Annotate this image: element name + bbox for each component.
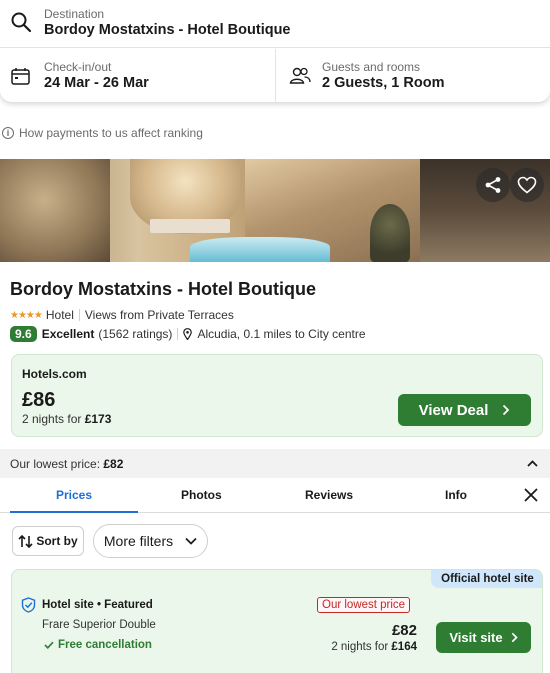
search-card: Destination Bordoy Mostatxins - Hotel Bo… (0, 0, 550, 102)
tab-reviews[interactable]: Reviews (305, 488, 353, 502)
tab-photos[interactable]: Photos (181, 488, 222, 502)
deal-price: £86 (22, 389, 56, 411)
hotel-feature: Views from Private Terraces (84, 308, 234, 322)
ranking-info-link[interactable]: i How payments to us affect ranking (2, 126, 203, 140)
close-icon[interactable] (523, 487, 539, 503)
favorite-button[interactable] (510, 168, 544, 202)
visit-site-label: Visit site (449, 630, 503, 645)
top-deal-card[interactable]: Hotels.com £86 2 nights for £173 View De… (11, 354, 543, 437)
active-tab-indicator (10, 511, 138, 513)
offer-nights: 2 nights for £164 (292, 641, 417, 653)
star-rating: ★★★★ (10, 309, 43, 321)
tab-info[interactable]: Info (445, 488, 467, 502)
chevron-down-icon (185, 537, 197, 545)
offer-source: Hotel site • Featured (42, 599, 153, 611)
room-name: Frare Superior Double (42, 619, 156, 631)
checkin-label: Check-in/out (44, 60, 112, 74)
hotel-hero-image[interactable] (0, 159, 550, 262)
more-filters-button[interactable]: More filters (93, 524, 208, 558)
chevron-up-icon (527, 460, 538, 467)
official-site-tag: Official hotel site (431, 570, 542, 588)
destination-value: Bordoy Mostatxins - Hotel Boutique (44, 22, 291, 38)
lowest-price-text: Our lowest price: £82 (10, 457, 123, 471)
share-icon (485, 177, 501, 193)
destination-field[interactable]: Destination Bordoy Mostatxins - Hotel Bo… (0, 0, 550, 48)
view-deal-label: View Deal (418, 401, 489, 419)
tab-prices[interactable]: Prices (56, 488, 92, 502)
offer-price: £82 (391, 622, 417, 639)
guests-label: Guests and rooms (322, 60, 421, 74)
offer-nights-total: £164 (391, 641, 417, 653)
sort-label: Sort by (36, 534, 78, 548)
checkin-field[interactable]: Check-in/out 24 Mar - 26 Mar (0, 49, 276, 102)
lowest-price-label: Our lowest price: (10, 457, 104, 471)
free-cancellation-label: Free cancellation (58, 639, 152, 651)
hero-pool (190, 237, 330, 262)
calendar-icon (11, 68, 30, 85)
tab-bar: Prices Photos Reviews Info (0, 478, 550, 513)
location-pin-icon (183, 328, 193, 340)
divider (177, 328, 179, 340)
checkin-value: 24 Mar - 26 Mar (44, 75, 149, 91)
share-button[interactable] (476, 168, 510, 202)
shield-check-icon (21, 597, 36, 613)
lowest-price-toggle[interactable]: Our lowest price: £82 (0, 449, 550, 478)
search-icon (11, 12, 32, 33)
view-deal-button[interactable]: View Deal (398, 394, 531, 426)
info-icon: i (2, 127, 14, 139)
free-cancellation: Free cancellation (44, 639, 152, 651)
rating-word: Excellent (41, 327, 95, 341)
heart-icon (517, 176, 537, 194)
chevron-right-icon (511, 632, 518, 643)
review-score-badge: 9.6 (10, 326, 37, 342)
guests-field[interactable]: Guests and rooms 2 Guests, 1 Room (277, 49, 550, 102)
hero-rock-wall (0, 159, 110, 262)
divider (78, 309, 80, 321)
lowest-price-value: £82 (103, 457, 124, 471)
check-icon (44, 641, 54, 649)
deal-nights: 2 nights for £173 (22, 412, 111, 426)
featured-offer-card[interactable]: Official hotel site Hotel site • Feature… (11, 569, 543, 673)
hero-sofa (150, 219, 230, 233)
ranking-text: How payments to us affect ranking (19, 126, 203, 140)
offer-nights-prefix: 2 nights for (331, 641, 392, 653)
hotel-rating-row: 9.6 Excellent (1562 ratings) Alcudia, 0.… (10, 326, 366, 342)
ratings-count[interactable]: (1562 ratings) (98, 327, 172, 341)
sort-icon (18, 534, 33, 548)
sort-button[interactable]: Sort by (12, 526, 84, 556)
lowest-price-badge: Our lowest price (317, 597, 411, 613)
visit-site-button[interactable]: Visit site (436, 622, 531, 653)
hotel-type: Hotel (45, 308, 74, 322)
deal-nights-prefix: 2 nights for (22, 412, 85, 426)
guests-icon (289, 67, 311, 84)
hotel-location: Alcudia, 0.1 miles to City centre (197, 327, 366, 341)
hotel-name: Bordoy Mostatxins - Hotel Boutique (10, 279, 316, 299)
hotel-meta: ★★★★ Hotel Views from Private Terraces (10, 308, 234, 322)
deal-nights-total: £173 (84, 412, 112, 426)
guests-value: 2 Guests, 1 Room (322, 75, 445, 91)
chevron-right-icon (503, 404, 510, 416)
hero-tree (370, 204, 410, 262)
deal-provider: Hotels.com (22, 367, 87, 381)
destination-label: Destination (44, 7, 105, 21)
more-filters-label: More filters (103, 533, 174, 549)
